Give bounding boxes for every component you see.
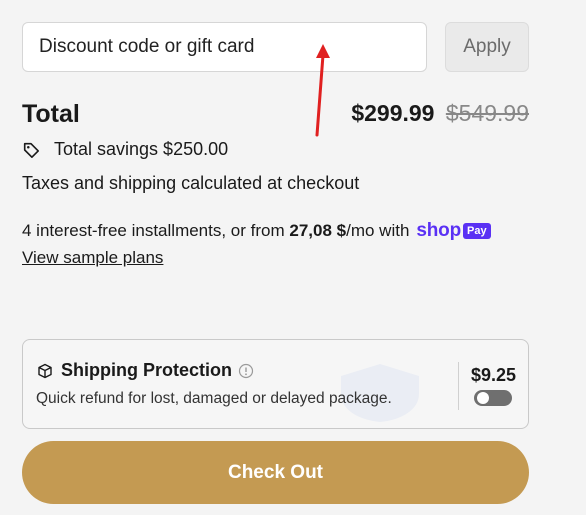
discount-row: Apply [22,22,529,72]
shipping-protection-description: Quick refund for lost, damaged or delaye… [36,390,392,407]
total-label: Total [22,100,80,128]
shop-logo: shop [416,220,461,241]
price-current: $299.99 [351,100,435,126]
shipping-protection-title-row: Shipping Protection [37,360,254,381]
tag-icon [23,142,40,158]
installments-amount: 27,08 $ [289,221,347,240]
view-sample-plans-link[interactable]: View sample plans [22,248,163,268]
checkout-button[interactable]: Check Out [22,441,529,504]
savings-text: Total savings $250.00 [54,139,229,159]
apply-button[interactable]: Apply [445,22,529,72]
installments-text-before: 4 interest-free installments, or from [22,221,290,240]
shop-pay-badge: Pay [463,223,491,239]
installments-line: 4 interest-free installments, or from 27… [22,220,491,242]
divider [458,362,459,410]
total-price: $299.99 $549.99 [351,100,529,127]
toggle-knob [477,392,489,404]
shipping-protection-price: $9.25 [470,365,516,385]
installments-text-after: /mo with [346,221,410,240]
shipping-protection-card: Shipping Protection Quick refund for los… [22,339,529,429]
taxes-note: Taxes and shipping calculated at checkou… [22,173,360,193]
discount-code-input[interactable] [22,22,427,72]
shipping-protection-toggle[interactable] [474,390,512,406]
box-icon [38,363,52,378]
info-icon[interactable] [238,363,254,379]
price-original: $549.99 [445,100,529,126]
savings-row: Total savings $250.00 [22,139,228,160]
shipping-protection-title: Shipping Protection [61,360,232,380]
